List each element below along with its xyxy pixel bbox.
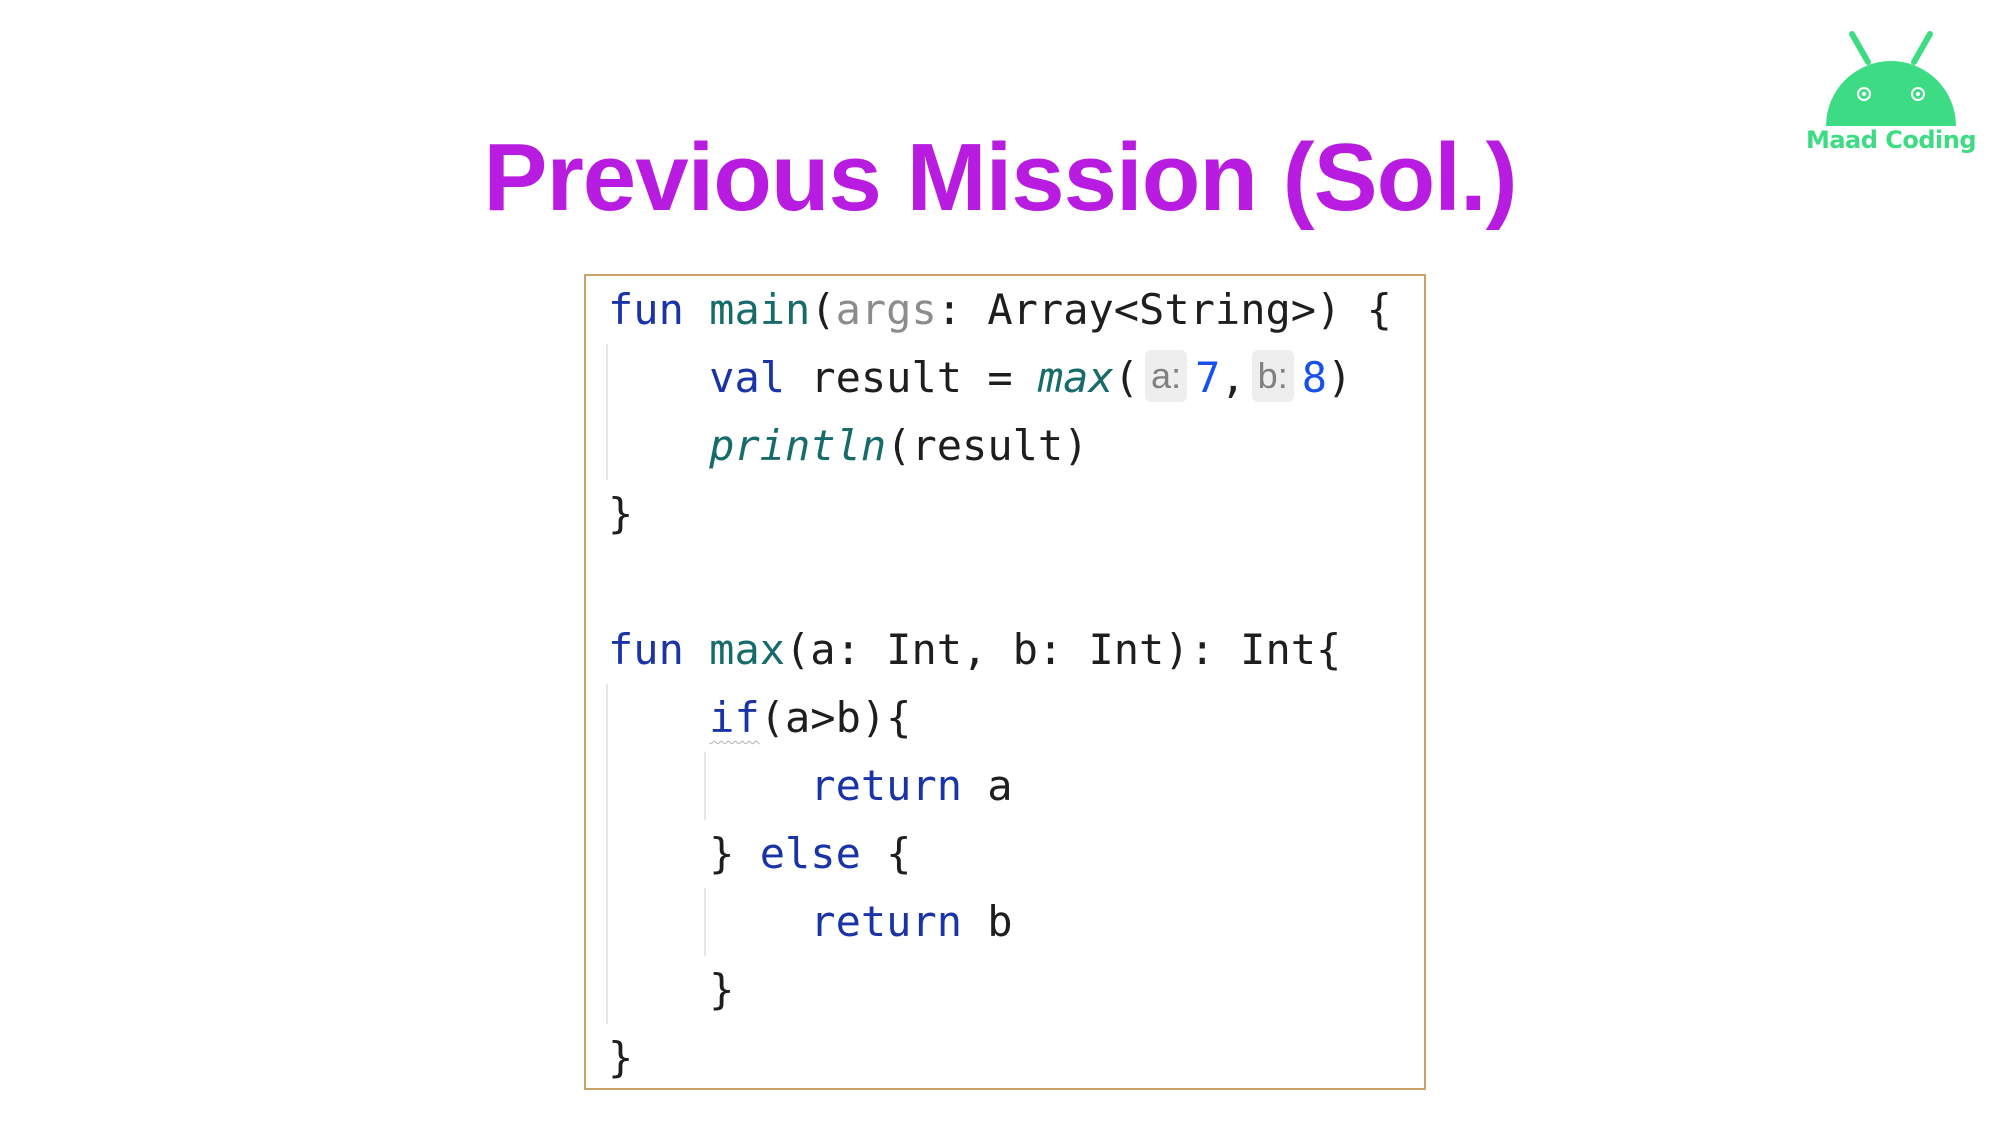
function-call: println <box>709 421 887 470</box>
code-line-10: return b <box>810 897 1013 946</box>
number-literal: 8 <box>1301 353 1327 402</box>
code-line-1: fun main(args: Array<String>) { <box>608 285 1392 334</box>
keyword: else <box>759 829 861 878</box>
code-line-6: fun max(a: Int, b: Int): Int{ <box>608 625 1342 674</box>
function-call: max <box>1037 353 1114 402</box>
keyword: fun <box>608 285 684 334</box>
number-literal: 7 <box>1195 353 1221 402</box>
code-line-7: if(a>b){ <box>709 693 912 742</box>
code-line-3: println(result) <box>709 421 1089 470</box>
parameter-hint-b: b: <box>1251 350 1294 402</box>
code-line-12: } <box>608 1033 634 1082</box>
keyword: val <box>709 353 786 402</box>
function-name: max <box>709 625 786 674</box>
keyword: return <box>810 897 963 946</box>
code-line-8: return a <box>810 761 1013 810</box>
keyword: return <box>810 761 963 810</box>
code-line-4: } <box>608 489 634 538</box>
parameter-hint-a: a: <box>1145 350 1188 402</box>
code-line-9: } else { <box>709 829 912 878</box>
android-robot-icon <box>1826 31 1956 126</box>
code-line-2: val result = max(a: 7, b: 8) <box>608 344 1352 412</box>
slide-title: Previous Mission (Sol.) <box>483 124 1517 231</box>
code-panel: fun main(args: Array<String>) { val resu… <box>584 274 1426 1090</box>
function-name: main <box>709 285 811 334</box>
parameter-name: args <box>835 285 937 334</box>
keyword: if <box>709 693 760 742</box>
code-line-11: } <box>709 965 735 1014</box>
keyword: fun <box>608 625 684 674</box>
